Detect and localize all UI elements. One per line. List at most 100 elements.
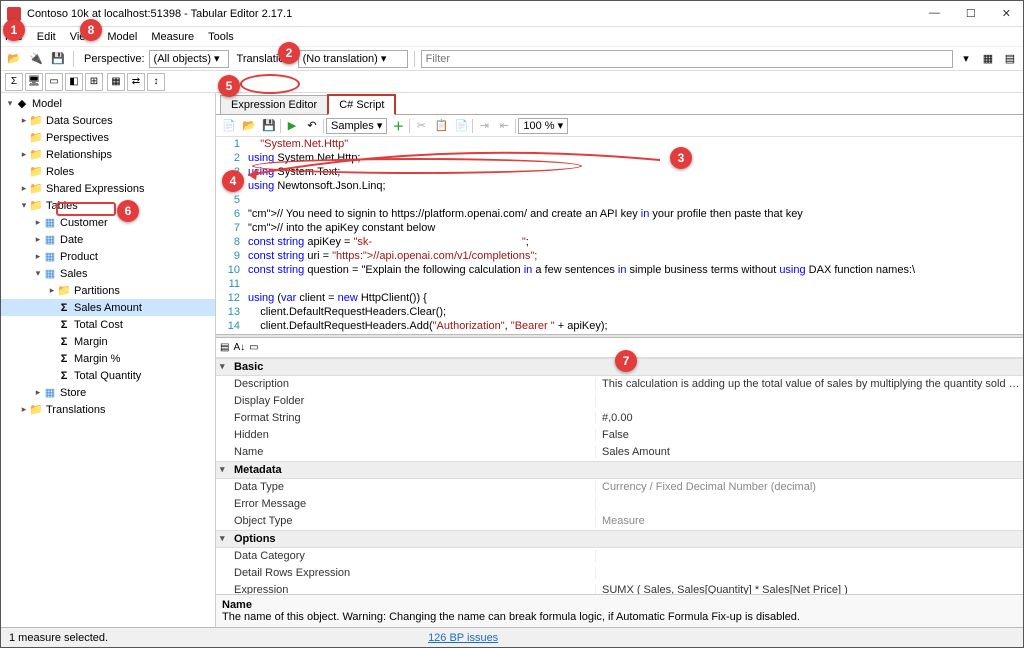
btn-rel[interactable]: ⇄ <box>127 73 145 91</box>
prop-data-type[interactable]: Data Type <box>216 481 596 493</box>
btn-col[interactable]: ▭ <box>45 73 63 91</box>
status-selection: 1 measure selected. <box>9 632 108 644</box>
view-toggle-2[interactable]: ▤ <box>1001 50 1019 68</box>
status-bar: 1 measure selected. 126 BP issues <box>1 627 1023 647</box>
window-title: Contoso 10k at localhost:51398 - Tabular… <box>27 8 923 20</box>
outdent-icon[interactable]: ⇤ <box>495 117 513 135</box>
tree-partitions[interactable]: ▸📁Partitions <box>1 282 215 299</box>
btn-sort[interactable]: ↕ <box>147 73 165 91</box>
samples-combo[interactable]: Samples ▾ <box>326 118 387 134</box>
script-run-icon[interactable]: ▶ <box>283 117 301 135</box>
script-toolbar: 📄 📂 💾 ▶ ↶ Samples ▾ ＋ ✂ 📋 📄 ⇥ ⇤ 100 % ▾ <box>216 115 1023 137</box>
tree-margin[interactable]: ΣMargin <box>1 333 215 350</box>
translation-combo[interactable]: (No translation) ▾ <box>298 50 408 68</box>
tree-roles[interactable]: 📁Roles <box>1 163 215 180</box>
perspective-label: Perspective: <box>84 53 145 65</box>
tree-sales[interactable]: ▾▦Sales <box>1 265 215 282</box>
callout-3: 3 <box>670 147 692 169</box>
open-icon[interactable]: 📂 <box>5 50 23 68</box>
callout-4: 4 <box>222 170 244 192</box>
prop-cat-icon[interactable]: ▤ <box>220 342 229 353</box>
prop-az-icon[interactable]: A↓ <box>233 342 245 353</box>
tree-datasources[interactable]: ▸📁Data Sources <box>1 112 215 129</box>
property-grid[interactable]: Basic DescriptionThis calculation is add… <box>216 358 1023 594</box>
btn-calc[interactable]: 🖥 <box>25 73 43 91</box>
window-controls: — ☐ ✕ <box>923 5 1017 22</box>
prop-description[interactable]: Description <box>216 378 596 390</box>
prop-pages-icon[interactable]: ▭ <box>249 342 258 353</box>
tree-sales-amount[interactable]: ΣSales Amount <box>1 299 215 316</box>
prop-object-type[interactable]: Object Type <box>216 515 596 527</box>
code-content[interactable]: "System.Net.Http" using System.Net.Http;… <box>246 137 1023 334</box>
menu-measure[interactable]: Measure <box>151 31 194 43</box>
callout-5: 5 <box>218 75 240 97</box>
tree-product[interactable]: ▸▦Product <box>1 248 215 265</box>
indent-icon[interactable]: ⇥ <box>475 117 493 135</box>
tree-relationships[interactable]: ▸📁Relationships <box>1 146 215 163</box>
code-editor[interactable]: 1234567891011121314151617181920212223 "S… <box>216 137 1023 334</box>
property-description: Name The name of this object. Warning: C… <box>216 594 1023 627</box>
script-new-icon[interactable]: 📄 <box>220 117 238 135</box>
callout-1: 1 <box>3 19 25 41</box>
cat-metadata[interactable]: Metadata <box>216 461 1023 479</box>
cut-icon[interactable]: ✂ <box>412 117 430 135</box>
tree-shared-expressions[interactable]: ▸📁Shared Expressions <box>1 180 215 197</box>
prop-data-category[interactable]: Data Category <box>216 550 596 562</box>
perspective-combo[interactable]: (All objects) ▾ <box>149 50 229 68</box>
btn-cube[interactable]: ◧ <box>65 73 83 91</box>
prop-expression[interactable]: Expression <box>216 584 596 594</box>
tree-toolbar: Σ 🖥 ▭ ◧ ⊞ ▦ ⇄ ↕ <box>1 71 1023 93</box>
callout-7: 7 <box>615 350 637 372</box>
view-toggle-1[interactable]: ▦ <box>979 50 997 68</box>
tree-model[interactable]: ▾◆Model <box>1 95 215 112</box>
filter-input[interactable] <box>421 50 953 68</box>
tree-total-qty[interactable]: ΣTotal Quantity <box>1 367 215 384</box>
tree-perspectives[interactable]: 📁Perspectives <box>1 129 215 146</box>
filter-dropdown-icon[interactable]: ▾ <box>957 50 975 68</box>
copy-icon[interactable]: 📋 <box>432 117 450 135</box>
callout-6: 6 <box>117 200 139 222</box>
tree-total-cost[interactable]: ΣTotal Cost <box>1 316 215 333</box>
tree-store[interactable]: ▸▦Store <box>1 384 215 401</box>
prop-error-message[interactable]: Error Message <box>216 498 596 510</box>
close-button[interactable]: ✕ <box>996 5 1017 22</box>
tab-csharp-script[interactable]: C# Script <box>327 94 396 115</box>
menu-model[interactable]: Model <box>107 31 137 43</box>
menu-bar: File Edit View Model Measure Tools <box>1 27 1023 47</box>
tree-date[interactable]: ▸▦Date <box>1 231 215 248</box>
tree-translations[interactable]: ▸📁Translations <box>1 401 215 418</box>
title-bar: Contoso 10k at localhost:51398 - Tabular… <box>1 1 1023 27</box>
btn-sigma[interactable]: Σ <box>5 73 23 91</box>
script-undo-icon[interactable]: ↶ <box>303 117 321 135</box>
menu-tools[interactable]: Tools <box>208 31 234 43</box>
tree-margin-pct[interactable]: ΣMargin % <box>1 350 215 367</box>
save-icon[interactable]: 💾 <box>49 50 67 68</box>
prop-detail-rows[interactable]: Detail Rows Expression <box>216 567 596 579</box>
prop-display-folder[interactable]: Display Folder <box>216 395 596 407</box>
callout-2: 2 <box>278 42 300 64</box>
btn-hier[interactable]: ⊞ <box>85 73 103 91</box>
maximize-button[interactable]: ☐ <box>960 5 982 22</box>
prop-hidden[interactable]: Hidden <box>216 429 596 441</box>
propdesc-text: The name of this object. Warning: Changi… <box>222 611 1017 623</box>
minimize-button[interactable]: — <box>923 5 946 22</box>
cat-options[interactable]: Options <box>216 530 1023 548</box>
connect-icon[interactable]: 🔌 <box>27 50 45 68</box>
tree-customer[interactable]: ▸▦Customer <box>1 214 215 231</box>
add-icon[interactable]: ＋ <box>389 117 407 135</box>
btn-table[interactable]: ▦ <box>107 73 125 91</box>
prop-name[interactable]: Name <box>216 446 596 458</box>
script-save-icon[interactable]: 💾 <box>260 117 278 135</box>
script-open-icon[interactable]: 📂 <box>240 117 258 135</box>
menu-edit[interactable]: Edit <box>37 31 56 43</box>
tree-tables[interactable]: ▾📁Tables <box>1 197 215 214</box>
status-bp-issues[interactable]: 126 BP issues <box>428 632 498 644</box>
prop-format-string[interactable]: Format String <box>216 412 596 424</box>
line-gutter: 1234567891011121314151617181920212223 <box>216 137 246 334</box>
zoom-combo[interactable]: 100 % ▾ <box>518 118 568 134</box>
model-tree[interactable]: ▾◆Model ▸📁Data Sources 📁Perspectives ▸📁R… <box>1 93 216 627</box>
propdesc-name: Name <box>222 599 1017 611</box>
tab-expression-editor[interactable]: Expression Editor <box>220 95 328 114</box>
callout-8: 8 <box>80 19 102 41</box>
paste-icon[interactable]: 📄 <box>452 117 470 135</box>
